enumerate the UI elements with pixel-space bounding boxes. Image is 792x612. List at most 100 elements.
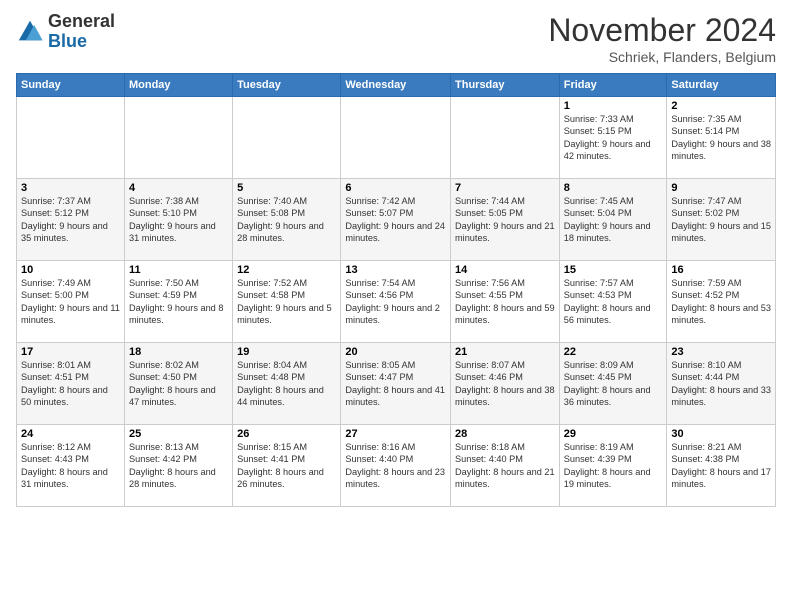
day-number: 21 (455, 346, 555, 358)
calendar-cell: 23Sunrise: 8:10 AM Sunset: 4:44 PM Dayli… (667, 343, 776, 425)
calendar-cell: 24Sunrise: 8:12 AM Sunset: 4:43 PM Dayli… (17, 425, 125, 507)
day-number: 3 (21, 182, 120, 194)
day-number: 23 (671, 346, 771, 358)
day-number: 6 (345, 182, 446, 194)
day-info: Sunrise: 7:52 AM Sunset: 4:58 PM Dayligh… (237, 277, 336, 327)
week-row-1: 1Sunrise: 7:33 AM Sunset: 5:15 PM Daylig… (17, 97, 776, 179)
calendar-cell: 30Sunrise: 8:21 AM Sunset: 4:38 PM Dayli… (667, 425, 776, 507)
day-info: Sunrise: 8:09 AM Sunset: 4:45 PM Dayligh… (564, 359, 663, 409)
logo-text: General Blue (48, 12, 115, 52)
day-number: 28 (455, 428, 555, 440)
calendar-cell (17, 97, 125, 179)
day-number: 26 (237, 428, 336, 440)
day-info: Sunrise: 8:13 AM Sunset: 4:42 PM Dayligh… (129, 441, 228, 491)
day-info: Sunrise: 8:15 AM Sunset: 4:41 PM Dayligh… (237, 441, 336, 491)
calendar-cell: 14Sunrise: 7:56 AM Sunset: 4:55 PM Dayli… (451, 261, 560, 343)
weekday-header-friday: Friday (559, 74, 667, 97)
calendar-cell: 11Sunrise: 7:50 AM Sunset: 4:59 PM Dayli… (124, 261, 232, 343)
day-info: Sunrise: 8:12 AM Sunset: 4:43 PM Dayligh… (21, 441, 120, 491)
day-info: Sunrise: 8:18 AM Sunset: 4:40 PM Dayligh… (455, 441, 555, 491)
calendar-cell: 18Sunrise: 8:02 AM Sunset: 4:50 PM Dayli… (124, 343, 232, 425)
day-info: Sunrise: 7:45 AM Sunset: 5:04 PM Dayligh… (564, 195, 663, 245)
day-number: 8 (564, 182, 663, 194)
day-info: Sunrise: 8:19 AM Sunset: 4:39 PM Dayligh… (564, 441, 663, 491)
day-number: 30 (671, 428, 771, 440)
logo-icon (16, 18, 44, 46)
day-info: Sunrise: 7:42 AM Sunset: 5:07 PM Dayligh… (345, 195, 446, 245)
weekday-header-tuesday: Tuesday (233, 74, 341, 97)
day-number: 27 (345, 428, 446, 440)
day-number: 25 (129, 428, 228, 440)
day-number: 29 (564, 428, 663, 440)
day-number: 9 (671, 182, 771, 194)
weekday-header-row: SundayMondayTuesdayWednesdayThursdayFrid… (17, 74, 776, 97)
day-info: Sunrise: 7:57 AM Sunset: 4:53 PM Dayligh… (564, 277, 663, 327)
day-info: Sunrise: 8:21 AM Sunset: 4:38 PM Dayligh… (671, 441, 771, 491)
day-info: Sunrise: 7:38 AM Sunset: 5:10 PM Dayligh… (129, 195, 228, 245)
calendar-cell: 19Sunrise: 8:04 AM Sunset: 4:48 PM Dayli… (233, 343, 341, 425)
logo-general: General (48, 11, 115, 31)
day-number: 20 (345, 346, 446, 358)
calendar-cell: 3Sunrise: 7:37 AM Sunset: 5:12 PM Daylig… (17, 179, 125, 261)
weekday-header-wednesday: Wednesday (341, 74, 451, 97)
calendar-cell: 25Sunrise: 8:13 AM Sunset: 4:42 PM Dayli… (124, 425, 232, 507)
day-number: 4 (129, 182, 228, 194)
day-info: Sunrise: 7:59 AM Sunset: 4:52 PM Dayligh… (671, 277, 771, 327)
calendar-cell: 5Sunrise: 7:40 AM Sunset: 5:08 PM Daylig… (233, 179, 341, 261)
calendar-cell: 28Sunrise: 8:18 AM Sunset: 4:40 PM Dayli… (451, 425, 560, 507)
day-info: Sunrise: 8:05 AM Sunset: 4:47 PM Dayligh… (345, 359, 446, 409)
calendar-cell: 27Sunrise: 8:16 AM Sunset: 4:40 PM Dayli… (341, 425, 451, 507)
day-info: Sunrise: 7:35 AM Sunset: 5:14 PM Dayligh… (671, 113, 771, 163)
week-row-5: 24Sunrise: 8:12 AM Sunset: 4:43 PM Dayli… (17, 425, 776, 507)
calendar-cell (341, 97, 451, 179)
calendar-cell: 4Sunrise: 7:38 AM Sunset: 5:10 PM Daylig… (124, 179, 232, 261)
day-number: 24 (21, 428, 120, 440)
day-info: Sunrise: 7:49 AM Sunset: 5:00 PM Dayligh… (21, 277, 120, 327)
logo-blue: Blue (48, 31, 87, 51)
day-number: 17 (21, 346, 120, 358)
calendar-cell: 7Sunrise: 7:44 AM Sunset: 5:05 PM Daylig… (451, 179, 560, 261)
calendar-cell: 9Sunrise: 7:47 AM Sunset: 5:02 PM Daylig… (667, 179, 776, 261)
week-row-4: 17Sunrise: 8:01 AM Sunset: 4:51 PM Dayli… (17, 343, 776, 425)
day-info: Sunrise: 8:04 AM Sunset: 4:48 PM Dayligh… (237, 359, 336, 409)
day-number: 12 (237, 264, 336, 276)
day-number: 19 (237, 346, 336, 358)
day-number: 15 (564, 264, 663, 276)
page-header: General Blue November 2024 Schriek, Flan… (16, 12, 776, 65)
day-info: Sunrise: 8:10 AM Sunset: 4:44 PM Dayligh… (671, 359, 771, 409)
day-info: Sunrise: 8:07 AM Sunset: 4:46 PM Dayligh… (455, 359, 555, 409)
day-info: Sunrise: 7:56 AM Sunset: 4:55 PM Dayligh… (455, 277, 555, 327)
day-number: 14 (455, 264, 555, 276)
calendar-cell: 8Sunrise: 7:45 AM Sunset: 5:04 PM Daylig… (559, 179, 667, 261)
day-info: Sunrise: 7:50 AM Sunset: 4:59 PM Dayligh… (129, 277, 228, 327)
week-row-2: 3Sunrise: 7:37 AM Sunset: 5:12 PM Daylig… (17, 179, 776, 261)
day-info: Sunrise: 7:33 AM Sunset: 5:15 PM Dayligh… (564, 113, 663, 163)
month-title: November 2024 (548, 12, 776, 49)
calendar-cell: 17Sunrise: 8:01 AM Sunset: 4:51 PM Dayli… (17, 343, 125, 425)
day-number: 7 (455, 182, 555, 194)
week-row-3: 10Sunrise: 7:49 AM Sunset: 5:00 PM Dayli… (17, 261, 776, 343)
calendar-cell (124, 97, 232, 179)
calendar-table: SundayMondayTuesdayWednesdayThursdayFrid… (16, 73, 776, 507)
day-number: 16 (671, 264, 771, 276)
calendar-cell: 29Sunrise: 8:19 AM Sunset: 4:39 PM Dayli… (559, 425, 667, 507)
day-info: Sunrise: 7:54 AM Sunset: 4:56 PM Dayligh… (345, 277, 446, 327)
calendar-cell: 6Sunrise: 7:42 AM Sunset: 5:07 PM Daylig… (341, 179, 451, 261)
calendar-cell: 12Sunrise: 7:52 AM Sunset: 4:58 PM Dayli… (233, 261, 341, 343)
calendar-cell: 15Sunrise: 7:57 AM Sunset: 4:53 PM Dayli… (559, 261, 667, 343)
calendar-cell: 20Sunrise: 8:05 AM Sunset: 4:47 PM Dayli… (341, 343, 451, 425)
day-info: Sunrise: 7:44 AM Sunset: 5:05 PM Dayligh… (455, 195, 555, 245)
calendar-cell: 22Sunrise: 8:09 AM Sunset: 4:45 PM Dayli… (559, 343, 667, 425)
calendar-cell: 13Sunrise: 7:54 AM Sunset: 4:56 PM Dayli… (341, 261, 451, 343)
day-number: 13 (345, 264, 446, 276)
day-number: 2 (671, 100, 771, 112)
page-container: General Blue November 2024 Schriek, Flan… (0, 0, 792, 515)
calendar-cell (233, 97, 341, 179)
day-info: Sunrise: 7:37 AM Sunset: 5:12 PM Dayligh… (21, 195, 120, 245)
day-info: Sunrise: 7:40 AM Sunset: 5:08 PM Dayligh… (237, 195, 336, 245)
day-info: Sunrise: 8:01 AM Sunset: 4:51 PM Dayligh… (21, 359, 120, 409)
day-info: Sunrise: 8:02 AM Sunset: 4:50 PM Dayligh… (129, 359, 228, 409)
weekday-header-saturday: Saturday (667, 74, 776, 97)
calendar-cell: 1Sunrise: 7:33 AM Sunset: 5:15 PM Daylig… (559, 97, 667, 179)
day-number: 11 (129, 264, 228, 276)
